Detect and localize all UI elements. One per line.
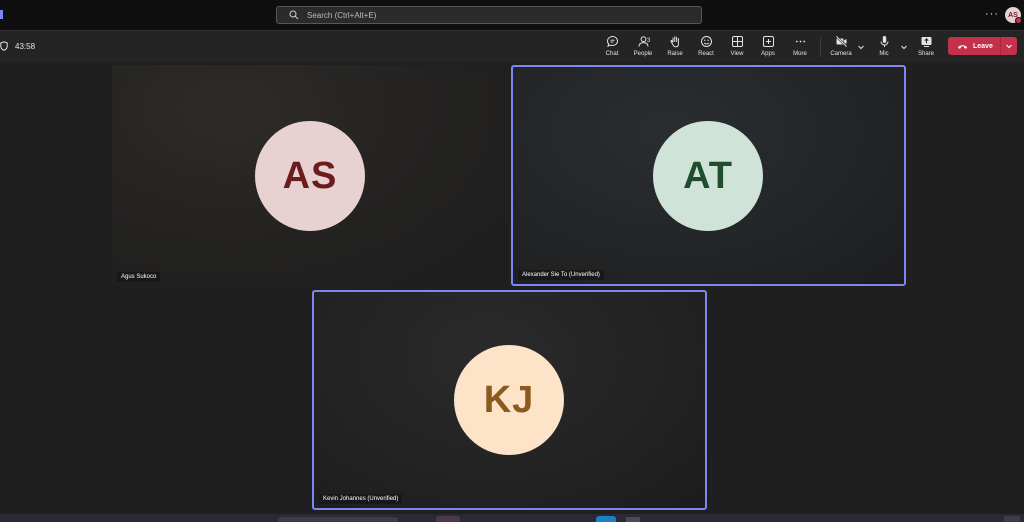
people-label: People <box>633 51 653 57</box>
search-input[interactable] <box>307 10 687 20</box>
title-bar: ··· AS <box>0 0 1024 30</box>
leave-options-button[interactable] <box>1001 37 1017 55</box>
microphone-icon <box>880 36 888 47</box>
people-button[interactable]: 3 People <box>628 35 658 61</box>
grid-view-icon <box>731 36 743 47</box>
taskbar-app-icon[interactable] <box>436 516 460 522</box>
react-button[interactable]: React <box>691 35 721 61</box>
mic-label: Mic <box>879 51 889 57</box>
meeting-toolbar: 43:58 Chat 3 People Raise React View App… <box>0 30 1024 63</box>
share-screen-icon <box>921 37 931 47</box>
participant-tile-alexander-sie-to[interactable]: AT Alexander Sie To (Unverified) <box>511 65 906 286</box>
timer-text: 43:58 <box>15 41 36 51</box>
share-label: Share <box>917 51 934 57</box>
chat-button[interactable]: Chat <box>597 35 627 61</box>
raise-hand-button[interactable]: Raise <box>660 35 690 61</box>
share-button[interactable]: Share <box>911 35 941 61</box>
meeting-timer: 43:58 <box>0 41 35 51</box>
avatar-initials: KJ <box>483 378 535 421</box>
camera-off-icon <box>835 35 847 48</box>
os-taskbar <box>0 514 1024 522</box>
taskbar-app-icon[interactable] <box>626 517 640 522</box>
participant-name-label: Agus Sukoco <box>117 272 161 282</box>
leave-button-group: Leave <box>948 37 1017 55</box>
hand-icon <box>669 36 679 48</box>
search-icon <box>289 10 299 20</box>
chevron-down-icon <box>1006 44 1012 49</box>
view-button[interactable]: View <box>722 35 752 61</box>
taskbar-clock <box>1004 516 1020 522</box>
taskbar-app-icon[interactable] <box>596 516 616 522</box>
toolbar-divider <box>820 37 821 57</box>
react-label: React <box>698 51 714 57</box>
user-avatar[interactable]: AS <box>1005 7 1022 24</box>
ellipsis-icon <box>795 40 805 43</box>
more-label: More <box>793 51 807 57</box>
chat-label: Chat <box>605 51 619 57</box>
camera-options-chevron-icon[interactable] <box>857 43 865 51</box>
people-count-badge: 3 <box>647 38 651 44</box>
emoji-icon <box>700 36 712 47</box>
participant-avatar: KJ <box>454 345 564 455</box>
participant-avatar: AS <box>255 121 365 231</box>
more-button[interactable]: More <box>785 35 815 61</box>
add-apps-icon <box>762 36 774 47</box>
mic-button[interactable]: Mic <box>869 35 899 61</box>
participant-tile-agus-sukoco[interactable]: AS Agus Sukoco <box>112 65 508 286</box>
apps-label: Apps <box>761 51 775 57</box>
phone-hangup-icon <box>957 44 968 49</box>
more-options-button[interactable]: ··· <box>985 7 999 21</box>
teams-logo-icon <box>0 10 3 19</box>
taskbar-search[interactable] <box>278 517 398 522</box>
participant-tile-kevin-johannes[interactable]: KJ Kevin Johannes (Unverified) <box>312 290 707 510</box>
apps-button[interactable]: Apps <box>753 35 783 61</box>
participant-name-label: Alexander Sie To (Unverified) <box>518 270 604 280</box>
avatar-initials: AT <box>683 154 733 197</box>
shield-icon <box>0 41 8 51</box>
participant-avatar: AT <box>653 121 763 231</box>
leave-button[interactable]: Leave <box>948 37 1000 55</box>
view-label: View <box>730 51 744 57</box>
status-dot <box>1015 17 1022 24</box>
chat-icon <box>606 35 618 48</box>
participant-name-label: Kevin Johannes (Unverified) <box>319 494 403 504</box>
raise-label: Raise <box>667 51 683 57</box>
mic-options-chevron-icon[interactable] <box>900 43 908 51</box>
search-box[interactable] <box>276 6 702 24</box>
leave-label: Leave <box>973 42 993 50</box>
camera-button[interactable]: Camera <box>826 35 856 61</box>
avatar-initials: AS <box>282 154 338 197</box>
camera-label: Camera <box>830 51 852 57</box>
